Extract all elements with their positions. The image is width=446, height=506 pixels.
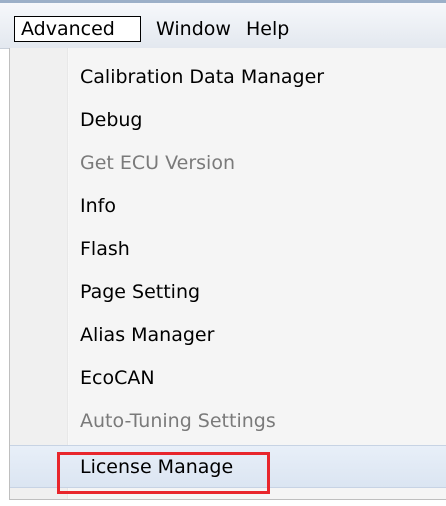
menu-item-flash[interactable]: Flash bbox=[10, 228, 446, 271]
menu-advanced[interactable]: Advanced bbox=[14, 16, 141, 42]
menu-item-license-manage[interactable]: License Manage bbox=[10, 445, 446, 488]
menu-item-auto-tuning-settings: Auto-Tuning Settings bbox=[10, 400, 446, 443]
menu-item-page-setting[interactable]: Page Setting bbox=[10, 271, 446, 314]
menu-item-label: Alias Manager bbox=[80, 324, 215, 346]
menu-item-label: License Manage bbox=[80, 456, 234, 478]
menu-item-label: Flash bbox=[80, 238, 130, 260]
menu-window[interactable]: Window bbox=[150, 16, 237, 42]
menu-item-list: Calibration Data Manager Debug Get ECU V… bbox=[10, 56, 446, 488]
screen: Advanced Window Help Calibration Data Ma… bbox=[0, 0, 446, 506]
menu-item-get-ecu-version: Get ECU Version bbox=[10, 142, 446, 185]
menu-item-label: EcoCAN bbox=[80, 367, 155, 389]
menu-item-label: Get ECU Version bbox=[80, 152, 235, 174]
menu-help[interactable]: Help bbox=[240, 16, 295, 42]
menu-item-alias-manager[interactable]: Alias Manager bbox=[10, 314, 446, 357]
menu-bar: Advanced Window Help bbox=[0, 3, 446, 49]
menu-item-calibration-data-manager[interactable]: Calibration Data Manager bbox=[10, 56, 446, 99]
menu-item-debug[interactable]: Debug bbox=[10, 99, 446, 142]
menu-item-label: Page Setting bbox=[80, 281, 201, 303]
menu-item-ecocan[interactable]: EcoCAN bbox=[10, 357, 446, 400]
menu-item-label: Calibration Data Manager bbox=[80, 66, 325, 88]
menu-item-label: Auto-Tuning Settings bbox=[80, 410, 276, 432]
menu-item-label: Info bbox=[80, 195, 116, 217]
menu-item-label: Debug bbox=[80, 109, 143, 131]
advanced-dropdown-menu: Calibration Data Manager Debug Get ECU V… bbox=[9, 48, 446, 500]
menu-item-info[interactable]: Info bbox=[10, 185, 446, 228]
